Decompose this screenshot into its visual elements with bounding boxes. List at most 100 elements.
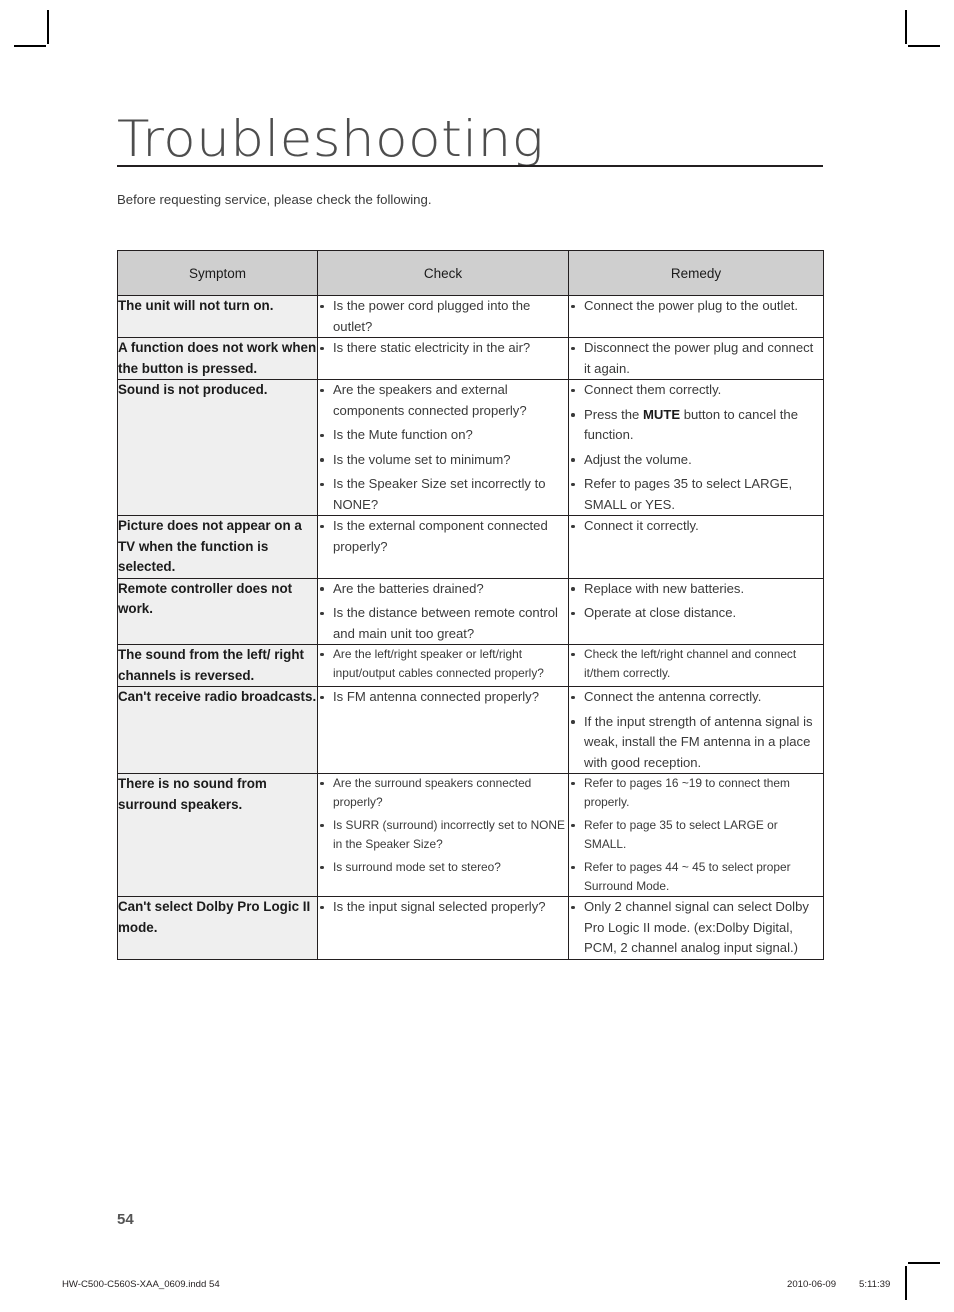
table-row: A function does not work when the button…	[117, 337, 824, 380]
cell-remedy: Connect it correctly.	[568, 515, 824, 579]
cell-check: Is the input signal selected properly?	[317, 896, 569, 960]
table-row: There is no sound from surround speakers…	[117, 773, 824, 897]
bullet-item: Is SURR (surround) incorrectly set to NO…	[318, 816, 568, 854]
bullet-list: Is the input signal selected properly?	[318, 897, 568, 918]
bullet-item: Are the speakers and external components…	[318, 380, 568, 421]
footer-crop-tick	[908, 1262, 940, 1264]
cell-remedy: Refer to pages 16 ~19 to connect them pr…	[568, 773, 824, 897]
bullet-list: Is the external component connected prop…	[318, 516, 568, 557]
bullet-item: Is there static electricity in the air?	[318, 338, 568, 359]
cell-symptom: A function does not work when the button…	[117, 337, 318, 380]
troubleshooting-table-wrapper: Symptom Check Remedy The unit will not t…	[117, 250, 824, 960]
cell-symptom: Sound is not produced.	[117, 379, 318, 516]
emphasis-text: MUTE	[642, 406, 681, 422]
bullet-item: Is the Speaker Size set incorrectly to N…	[318, 474, 568, 515]
bullet-list: Only 2 channel signal can select Dolby P…	[569, 897, 823, 959]
cell-symptom: Remote controller does not work.	[117, 577, 318, 645]
manual-page: Troubleshooting Before requesting servic…	[0, 0, 954, 1312]
bullet-item: Press the MUTE button to cancel the func…	[569, 405, 823, 446]
bullet-item: Connect them correctly.	[569, 380, 823, 401]
bullet-list: Connect them correctly. Press the MUTE bu…	[569, 380, 823, 515]
bullet-item: Disconnect the power plug and connect it…	[569, 338, 823, 379]
bullet-list: Are the surround speakers connected prop…	[318, 774, 568, 877]
bullet-item: Is the power cord plugged into the outle…	[318, 296, 568, 337]
cell-remedy: Connect the power plug to the outlet.	[568, 295, 824, 338]
bullet-item: Replace with new batteries.	[569, 579, 823, 600]
cell-remedy: Connect the antenna correctly. If the inp…	[568, 686, 824, 774]
title-underline-rule	[117, 165, 823, 167]
column-header-symptom: Symptom	[117, 250, 318, 296]
bullet-list: Connect it correctly.	[569, 516, 823, 537]
bullet-item: Is the distance between remote control a…	[318, 603, 568, 644]
cell-symptom: Can't select Dolby Pro Logic II mode.	[117, 896, 318, 960]
bullet-item: Is surround mode set to stereo?	[318, 858, 568, 877]
bullet-item: Connect it correctly.	[569, 516, 823, 537]
cell-remedy: Disconnect the power plug and connect it…	[568, 337, 824, 380]
page-number: 54	[117, 1211, 134, 1228]
bullet-item: Is the external component connected prop…	[318, 516, 568, 557]
footer-time: 5:11:39	[859, 1279, 891, 1290]
page-title: Troubleshooting	[117, 110, 545, 168]
table-row: The sound from the left/ right channels …	[117, 644, 824, 687]
bullet-item: Refer to pages 35 to select LARGE, SMALL…	[569, 474, 823, 515]
title-block: Troubleshooting	[117, 112, 823, 166]
cell-check: Is there static electricity in the air?	[317, 337, 569, 380]
troubleshooting-table: Symptom Check Remedy The unit will not t…	[117, 250, 824, 960]
bullet-item: Connect the antenna correctly.	[569, 687, 823, 708]
cell-symptom: There is no sound from surround speakers…	[117, 773, 318, 897]
cell-check: Are the speakers and external components…	[317, 379, 569, 516]
bullet-item: If the input strength of antenna signal …	[569, 712, 823, 774]
column-header-remedy: Remedy	[568, 250, 824, 296]
bullet-item: Check the left/right channel and connect…	[569, 645, 823, 683]
table-row: The unit will not turn on. Is the power c…	[117, 295, 824, 338]
cell-symptom: The unit will not turn on.	[117, 295, 318, 338]
table-row: Picture does not appear on a TV when the…	[117, 515, 824, 579]
table-header-row: Symptom Check Remedy	[117, 250, 824, 296]
cell-check: Is the external component connected prop…	[317, 515, 569, 579]
table-body: The unit will not turn on. Is the power c…	[117, 295, 824, 960]
cell-symptom: Can't receive radio broadcasts.	[117, 686, 318, 774]
bullet-item: Refer to pages 44 ~ 45 to select proper …	[569, 858, 823, 896]
bullet-list: Refer to pages 16 ~19 to connect them pr…	[569, 774, 823, 896]
footer-date: 2010-06-09	[787, 1279, 837, 1290]
bullet-list: Disconnect the power plug and connect it…	[569, 338, 823, 379]
cell-check: Are the batteries drained? Is the distanc…	[317, 577, 569, 645]
bullet-list: Check the left/right channel and connect…	[569, 645, 823, 683]
cell-remedy: Only 2 channel signal can select Dolby P…	[568, 896, 824, 960]
bullet-list: Replace with new batteries. Operate at cl…	[569, 579, 823, 624]
bullet-list: Are the speakers and external components…	[318, 380, 568, 515]
bullet-item: Refer to page 35 to select LARGE or SMAL…	[569, 816, 823, 854]
cell-remedy: Connect them correctly. Press the MUTE bu…	[568, 379, 824, 516]
cell-check: Are the surround speakers connected prop…	[317, 773, 569, 897]
bullet-list: Connect the antenna correctly. If the inp…	[569, 687, 823, 773]
bullet-item: Are the left/right speaker or left/right…	[318, 645, 568, 683]
bullet-list: Are the left/right speaker or left/right…	[318, 645, 568, 683]
bullet-item: Is FM antenna connected properly?	[318, 687, 568, 708]
bullet-item: Only 2 channel signal can select Dolby P…	[569, 897, 823, 959]
cell-remedy: Replace with new batteries. Operate at cl…	[568, 577, 824, 645]
bullet-item: Are the batteries drained?	[318, 579, 568, 600]
bullet-list: Is the power cord plugged into the outle…	[318, 296, 568, 337]
cell-check: Is the power cord plugged into the outle…	[317, 295, 569, 338]
table-row: Can't receive radio broadcasts. Is FM ant…	[117, 686, 824, 774]
cell-check: Is FM antenna connected properly?	[317, 686, 569, 774]
column-header-check: Check	[317, 250, 569, 296]
table-header: Symptom Check Remedy	[117, 250, 824, 296]
bullet-item: Connect the power plug to the outlet.	[569, 296, 823, 317]
bullet-item: Are the surround speakers connected prop…	[318, 774, 568, 812]
table-row: Can't select Dolby Pro Logic II mode. Is …	[117, 896, 824, 960]
intro-text: Before requesting service, please check …	[117, 192, 432, 207]
bullet-list: Are the batteries drained? Is the distanc…	[318, 579, 568, 645]
bullet-list: Is there static electricity in the air?	[318, 338, 568, 359]
bullet-item: Adjust the volume.	[569, 450, 823, 471]
bullet-list: Connect the power plug to the outlet.	[569, 296, 823, 317]
footer-file-name: HW-C500-C560S-XAA_0609.indd 54	[62, 1279, 220, 1290]
bullet-item: Is the input signal selected properly?	[318, 897, 568, 918]
bullet-item: Operate at close distance.	[569, 603, 823, 624]
cell-symptom: Picture does not appear on a TV when the…	[117, 515, 318, 579]
bullet-list: Is FM antenna connected properly?	[318, 687, 568, 708]
bullet-item: Is the Mute function on?	[318, 425, 568, 446]
table-row: Sound is not produced. Are the speakers a…	[117, 379, 824, 516]
table-row: Remote controller does not work. Are the …	[117, 577, 824, 645]
cell-check: Are the left/right speaker or left/right…	[317, 644, 569, 687]
